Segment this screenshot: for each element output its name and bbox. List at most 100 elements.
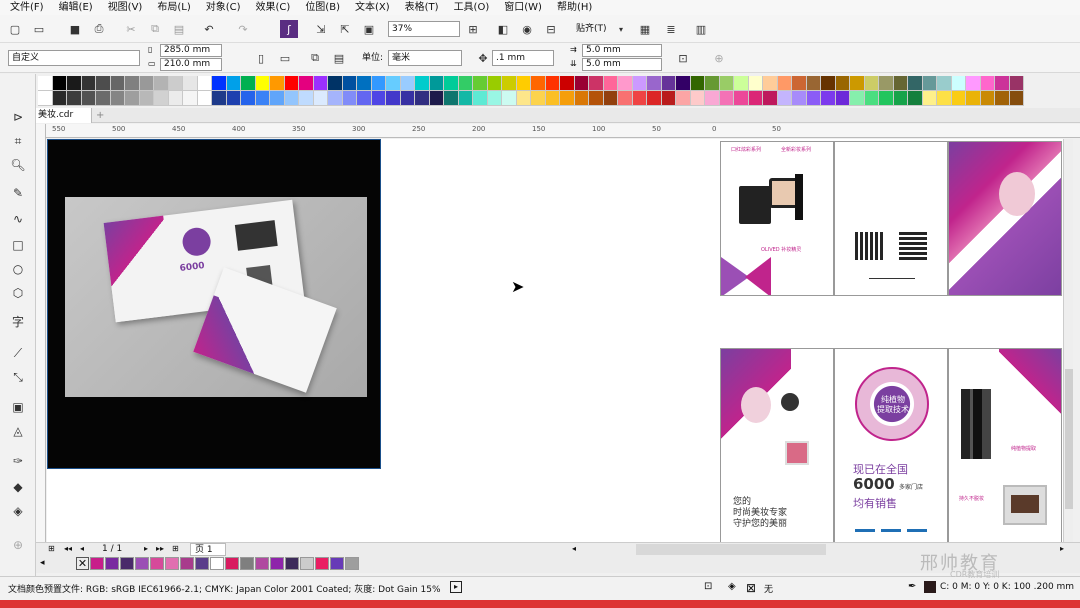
doc-color-swatch[interactable] [150,557,164,570]
parallel-dimension-icon[interactable]: ⟋ [9,344,27,362]
color-swatch[interactable] [444,76,459,91]
vertical-ruler[interactable] [36,124,46,542]
color-swatch[interactable] [357,91,372,106]
color-swatch[interactable] [893,76,908,91]
crop-tool-icon[interactable]: ⌗ [9,132,27,150]
fill-tool-icon[interactable]: ◆ [9,478,27,496]
page-tab[interactable]: 页 1 [190,543,226,556]
color-swatch[interactable] [154,91,169,106]
color-swatch[interactable] [270,91,285,106]
doc-color-swatch[interactable] [330,557,344,570]
chevron-down-icon[interactable]: ▾ [612,20,630,38]
color-swatch[interactable] [574,76,589,91]
options-icon[interactable]: ▦ [636,20,654,38]
color-swatch[interactable] [313,76,328,91]
doc-color-swatch[interactable] [225,557,239,570]
color-swatch[interactable] [922,91,937,106]
color-swatch[interactable] [560,91,575,106]
color-swatch[interactable] [719,91,734,106]
doc-color-swatch[interactable] [315,557,329,570]
add-page-icon[interactable]: ⊞ [172,544,179,553]
scroll-right-icon[interactable]: ▸ [1060,544,1072,556]
color-swatch[interactable] [415,76,430,91]
color-swatch[interactable] [705,76,720,91]
color-swatch[interactable] [951,76,966,91]
polygon-tool-icon[interactable]: ⬡ [9,284,27,302]
doc-color-swatch[interactable] [300,557,314,570]
color-swatch[interactable] [110,76,125,91]
color-swatch[interactable] [139,91,154,106]
color-swatch[interactable] [52,76,67,91]
color-swatch[interactable] [763,76,778,91]
menu-item-3[interactable]: 布局(L) [157,1,190,15]
play-icon[interactable]: ▸ [450,581,462,593]
show-grid-icon[interactable]: ⊟ [542,20,560,38]
color-swatch[interactable] [357,76,372,91]
menu-item-6[interactable]: 位图(B) [305,1,340,15]
doc-color-swatch[interactable] [270,557,284,570]
import-icon[interactable]: ⇲ [312,20,330,38]
color-swatch[interactable] [487,91,502,106]
publish-pdf-icon[interactable]: ▣ [360,20,378,38]
doc-color-swatch[interactable] [165,557,179,570]
color-swatch[interactable] [879,76,894,91]
color-swatch[interactable] [183,76,198,91]
brochure-panel-qrcode[interactable] [834,141,948,296]
color-swatch[interactable] [531,91,546,106]
color-swatch[interactable] [226,76,241,91]
color-swatch[interactable] [400,76,415,91]
color-swatch[interactable] [980,91,995,106]
color-swatch[interactable] [574,91,589,106]
color-swatch[interactable] [400,91,415,106]
color-swatch[interactable] [1009,91,1024,106]
nudge-distance-field[interactable]: .1 mm [492,50,554,66]
brochure-panel-headline[interactable]: 您的 时尚美妆专家 守护您的美丽 [720,348,834,542]
shape-tool-icon[interactable]: ⊳ [9,108,27,126]
color-swatch[interactable] [792,76,807,91]
menu-item-7[interactable]: 文本(X) [355,1,390,15]
save-icon[interactable]: ■ [66,20,84,38]
color-swatch[interactable] [212,76,227,91]
color-swatch[interactable] [473,76,488,91]
zoom-page-icon[interactable]: ⊞ [464,20,482,38]
next-page-icon[interactable]: ▸ [144,544,148,553]
doc-color-swatch[interactable] [345,557,359,570]
doc-color-swatch[interactable] [120,557,134,570]
color-swatch[interactable] [487,76,502,91]
no-color-swatch[interactable]: ✕ [76,557,89,570]
horizontal-ruler[interactable]: 550 500 450 400 350 300 250 200 150 100 50 0 50 [46,124,1080,138]
fill-status-icon[interactable]: ⊡ [704,581,712,592]
menu-item-1[interactable]: 编辑(E) [59,1,93,15]
document-tab[interactable]: 美妆.cdr [36,108,92,123]
color-swatch[interactable] [966,76,981,91]
menu-item-2[interactable]: 视图(V) [108,1,143,15]
alignment-icon[interactable]: ≣ [662,20,680,38]
color-swatch[interactable] [110,91,125,106]
rectangle-tool-icon[interactable]: □ [9,236,27,254]
eyedropper-icon[interactable]: ✑ [9,452,27,470]
color-swatch[interactable] [168,91,183,106]
color-swatch[interactable] [429,91,444,106]
color-swatch[interactable] [850,76,865,91]
color-swatch[interactable] [328,91,343,106]
color-swatch[interactable] [777,91,792,106]
color-swatch[interactable] [676,76,691,91]
color-swatch[interactable] [81,76,96,91]
paste-icon[interactable]: ▤ [170,20,188,38]
zoom-level-field[interactable]: 37% [388,21,460,37]
color-swatch[interactable] [618,76,633,91]
color-swatch[interactable] [415,91,430,106]
fill-bucket-icon[interactable]: ◈ [728,581,736,592]
color-swatch[interactable] [748,91,763,106]
color-swatch[interactable] [777,76,792,91]
color-swatch[interactable] [255,91,270,106]
color-swatch[interactable] [284,91,299,106]
color-swatch[interactable] [371,91,386,106]
color-swatch[interactable] [748,76,763,91]
transparency-icon[interactable]: ◬ [9,422,27,440]
brochure-panel-stats[interactable]: 纯植物 提取技术 现已在全国 6000 多家门店 均有销售 [834,348,948,542]
drawing-canvas[interactable]: 6000 ➤ 口红炫彩系列 全新彩妆系列 OLIVED 补妆精灵 您的 时尚美妆… [47,139,1073,542]
color-swatch[interactable] [139,76,154,91]
color-swatch[interactable] [792,91,807,106]
color-swatch[interactable] [719,76,734,91]
